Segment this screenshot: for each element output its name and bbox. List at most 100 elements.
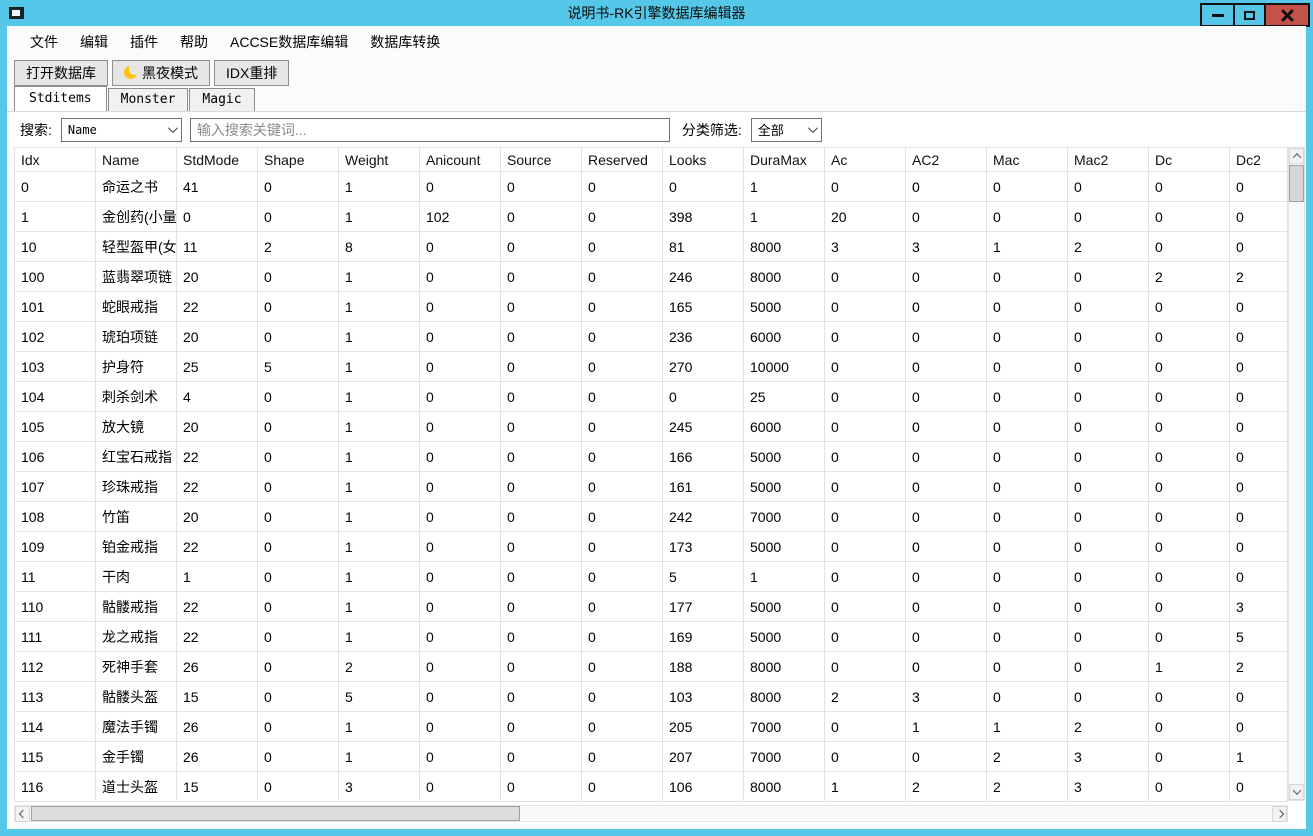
table-cell[interactable]: 0 <box>420 232 501 262</box>
table-cell[interactable]: 0 <box>1149 772 1230 802</box>
table-cell[interactable]: 169 <box>663 622 744 652</box>
menu-plugins[interactable]: 插件 <box>120 28 168 56</box>
table-cell[interactable]: 0 <box>582 592 663 622</box>
table-cell[interactable]: 0 <box>906 262 987 292</box>
table-cell[interactable]: 放大镜 <box>96 412 177 442</box>
table-cell[interactable]: 166 <box>663 442 744 472</box>
table-cell[interactable]: 0 <box>1068 172 1149 202</box>
table-cell[interactable]: 0 <box>582 712 663 742</box>
table-cell[interactable]: 41 <box>177 172 258 202</box>
column-header-source[interactable]: Source <box>501 148 582 172</box>
table-cell[interactable]: 177 <box>663 592 744 622</box>
table-cell[interactable]: 0 <box>420 592 501 622</box>
table-cell[interactable]: 22 <box>177 472 258 502</box>
column-header-idx[interactable]: Idx <box>15 148 96 172</box>
table-cell[interactable]: 5000 <box>744 592 825 622</box>
column-header-dc2[interactable]: Dc2 <box>1230 148 1288 172</box>
table-cell[interactable]: 0 <box>1149 622 1230 652</box>
table-cell[interactable]: 0 <box>582 232 663 262</box>
table-cell[interactable]: 0 <box>258 382 339 412</box>
table-cell[interactable]: 1 <box>15 202 96 232</box>
table-cell[interactable]: 270 <box>663 352 744 382</box>
table-cell[interactable]: 1 <box>339 592 420 622</box>
table-cell[interactable]: 0 <box>1068 412 1149 442</box>
table-cell[interactable]: 0 <box>987 352 1068 382</box>
table-cell[interactable]: 0 <box>1068 202 1149 232</box>
table-cell[interactable]: 3 <box>825 232 906 262</box>
table-cell[interactable]: 26 <box>177 712 258 742</box>
column-header-mac[interactable]: Mac <box>987 148 1068 172</box>
table-cell[interactable]: 0 <box>420 292 501 322</box>
column-header-anicount[interactable]: Anicount <box>420 148 501 172</box>
table-cell[interactable]: 5 <box>663 562 744 592</box>
table-cell[interactable]: 0 <box>825 262 906 292</box>
table-cell[interactable]: 0 <box>1230 202 1288 232</box>
table-cell[interactable]: 0 <box>501 232 582 262</box>
table-cell[interactable]: 0 <box>501 502 582 532</box>
vertical-scroll-track[interactable] <box>1289 164 1304 784</box>
table-cell[interactable]: 0 <box>258 772 339 802</box>
table-cell[interactable]: 2 <box>1068 232 1149 262</box>
table-cell[interactable]: 0 <box>582 412 663 442</box>
vertical-scroll-thumb[interactable] <box>1289 165 1304 202</box>
vertical-scrollbar[interactable] <box>1288 147 1305 801</box>
table-cell[interactable]: 0 <box>258 562 339 592</box>
table-cell[interactable]: 7000 <box>744 742 825 772</box>
table-cell[interactable]: 1 <box>339 532 420 562</box>
table-cell[interactable]: 25 <box>744 382 825 412</box>
maximize-button[interactable] <box>1233 5 1264 25</box>
table-cell[interactable]: 22 <box>177 292 258 322</box>
table-cell[interactable]: 102 <box>15 322 96 352</box>
table-cell[interactable]: 轻型盔甲(女) <box>96 232 177 262</box>
table-cell[interactable]: 0 <box>906 502 987 532</box>
table-cell[interactable]: 0 <box>1068 622 1149 652</box>
table-cell[interactable]: 0 <box>906 352 987 382</box>
table-cell[interactable]: 106 <box>15 442 96 472</box>
table-cell[interactable]: 3 <box>1068 772 1149 802</box>
table-cell[interactable]: 8000 <box>744 652 825 682</box>
table-cell[interactable]: 0 <box>420 262 501 292</box>
table-cell[interactable]: 0 <box>582 562 663 592</box>
table-cell[interactable]: 0 <box>420 622 501 652</box>
table-cell[interactable]: 0 <box>906 472 987 502</box>
table-cell[interactable]: 1 <box>339 172 420 202</box>
menu-file[interactable]: 文件 <box>20 28 68 56</box>
table-cell[interactable]: 207 <box>663 742 744 772</box>
table-cell[interactable]: 0 <box>258 292 339 322</box>
table-cell[interactable]: 109 <box>15 532 96 562</box>
table-cell[interactable]: 0 <box>420 382 501 412</box>
table-cell[interactable]: 3 <box>906 682 987 712</box>
table-cell[interactable]: 1 <box>339 502 420 532</box>
column-header-name[interactable]: Name <box>96 148 177 172</box>
menu-edit[interactable]: 编辑 <box>70 28 118 56</box>
table-cell[interactable]: 1 <box>987 712 1068 742</box>
table-cell[interactable]: 0 <box>825 622 906 652</box>
table-cell[interactable]: 道士头盔 <box>96 772 177 802</box>
column-header-looks[interactable]: Looks <box>663 148 744 172</box>
table-cell[interactable]: 103 <box>15 352 96 382</box>
table-cell[interactable]: 0 <box>258 442 339 472</box>
table-cell[interactable]: 0 <box>420 322 501 352</box>
table-cell[interactable]: 3 <box>339 772 420 802</box>
search-field-select[interactable]: Name <box>61 118 182 142</box>
column-header-reserved[interactable]: Reserved <box>582 148 663 172</box>
table-cell[interactable]: 1 <box>339 202 420 232</box>
table-cell[interactable]: 0 <box>1230 502 1288 532</box>
table-cell[interactable]: 26 <box>177 652 258 682</box>
table-cell[interactable]: 命运之书 <box>96 172 177 202</box>
table-cell[interactable]: 0 <box>1068 292 1149 322</box>
table-cell[interactable]: 0 <box>15 172 96 202</box>
table-cell[interactable]: 0 <box>987 472 1068 502</box>
table-cell[interactable]: 0 <box>1068 472 1149 502</box>
table-cell[interactable]: 0 <box>501 262 582 292</box>
table-cell[interactable]: 0 <box>906 532 987 562</box>
table-cell[interactable]: 0 <box>825 562 906 592</box>
table-cell[interactable]: 112 <box>15 652 96 682</box>
table-cell[interactable]: 20 <box>177 262 258 292</box>
table-cell[interactable]: 0 <box>906 412 987 442</box>
table-cell[interactable]: 0 <box>1230 772 1288 802</box>
minimize-button[interactable] <box>1202 5 1233 25</box>
table-cell[interactable]: 珍珠戒指 <box>96 472 177 502</box>
table-cell[interactable]: 106 <box>663 772 744 802</box>
table-cell[interactable]: 0 <box>420 772 501 802</box>
